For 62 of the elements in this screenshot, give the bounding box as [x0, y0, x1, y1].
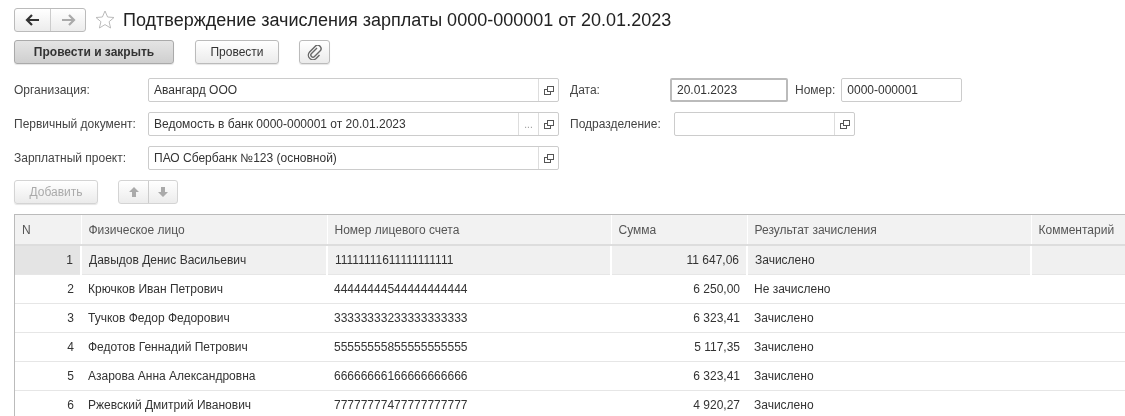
- table-cell: 11 647,06: [611, 245, 747, 274]
- table-cell: 6: [15, 390, 81, 416]
- table-cell: 4 920,27: [611, 390, 747, 416]
- table-cell: 55555555855555555555: [327, 332, 611, 361]
- up-arrow-icon: [127, 186, 140, 198]
- open-icon[interactable]: [838, 118, 851, 130]
- table-cell: 5 117,35: [611, 332, 747, 361]
- column-header[interactable]: Результат зачисления: [747, 215, 1031, 245]
- table-cell: Федотов Геннадий Петрович: [81, 332, 327, 361]
- table-cell: 3: [15, 303, 81, 332]
- table-cell: 1: [15, 245, 81, 274]
- field-label: Дата:: [570, 82, 601, 99]
- field-label: Зарплатный проект:: [14, 150, 128, 167]
- table-cell: Давыдов Денис Васильевич: [81, 245, 327, 274]
- table-cell: 4: [15, 332, 81, 361]
- open-icon[interactable]: [542, 118, 555, 130]
- field-label: Подразделение:: [570, 116, 662, 133]
- table-cell: 11111111611111111111: [327, 245, 611, 274]
- table-cell: Ржевский Дмитрий Иванович: [81, 390, 327, 416]
- table-cell: Зачислено: [747, 303, 1031, 332]
- attach-button[interactable]: [299, 40, 330, 64]
- open-icon[interactable]: [542, 84, 555, 96]
- column-header[interactable]: Физическое лицо: [81, 215, 327, 245]
- field-label: Номер:: [795, 82, 836, 99]
- table-cell: Зачислено: [747, 245, 1031, 274]
- table-cell: 6 323,41: [611, 361, 747, 390]
- forward-arrow-icon: [60, 14, 76, 26]
- table-cell: 33333333233333333333: [327, 303, 611, 332]
- back-arrow-icon: [25, 14, 40, 26]
- table-cell: Зачислено: [747, 390, 1031, 416]
- document-field[interactable]: Ведомость в банк 0000-000001 от 20.01.2023 ...: [148, 112, 559, 136]
- subdivision-field[interactable]: [674, 112, 855, 136]
- column-header[interactable]: Сумма: [611, 215, 747, 245]
- table-cell: 6 250,00: [611, 274, 747, 303]
- organization-field[interactable]: Авангард ООО: [148, 78, 559, 102]
- post-and-close-button[interactable]: Провести и закрыть: [14, 40, 174, 64]
- table-cell: Азарова Анна Александровна: [81, 361, 327, 390]
- table-cell: Тучков Федор Федорович: [81, 303, 327, 332]
- table-cell: 66666666166666666666: [327, 361, 611, 390]
- date-field[interactable]: 20.01.2023: [670, 78, 788, 102]
- column-header[interactable]: Комментарий: [1031, 215, 1125, 245]
- table-cell: Зачислено: [747, 332, 1031, 361]
- table-cell: 5: [15, 361, 81, 390]
- window-title: Подтверждение зачисления зарплаты 0000-000001 от 20.01.2023: [123, 9, 672, 31]
- column-header[interactable]: N: [15, 215, 81, 245]
- star-icon[interactable]: [95, 10, 115, 30]
- down-arrow-icon: [157, 186, 169, 198]
- field-label: Организация:: [14, 82, 91, 99]
- number-field[interactable]: 0000-000001: [841, 78, 963, 102]
- salary-project-field[interactable]: ПАО Сбербанк №123 (основной): [148, 146, 559, 170]
- field-label: Первичный документ:: [14, 116, 137, 133]
- paperclip-icon: [307, 44, 322, 60]
- table-cell: Зачислено: [747, 361, 1031, 390]
- table-cell: 77777777477777777777: [327, 390, 611, 416]
- post-button[interactable]: Провести: [195, 40, 279, 64]
- table-cell: Не зачислено: [747, 274, 1031, 303]
- table-cell: 2: [15, 274, 81, 303]
- table-cell: 6 323,41: [611, 303, 747, 332]
- open-icon[interactable]: [542, 152, 555, 164]
- table-cell: Крючков Иван Петрович: [81, 274, 327, 303]
- table-cell: 44444444544444444444: [327, 274, 611, 303]
- column-header[interactable]: Номер лицевого счета: [327, 215, 611, 245]
